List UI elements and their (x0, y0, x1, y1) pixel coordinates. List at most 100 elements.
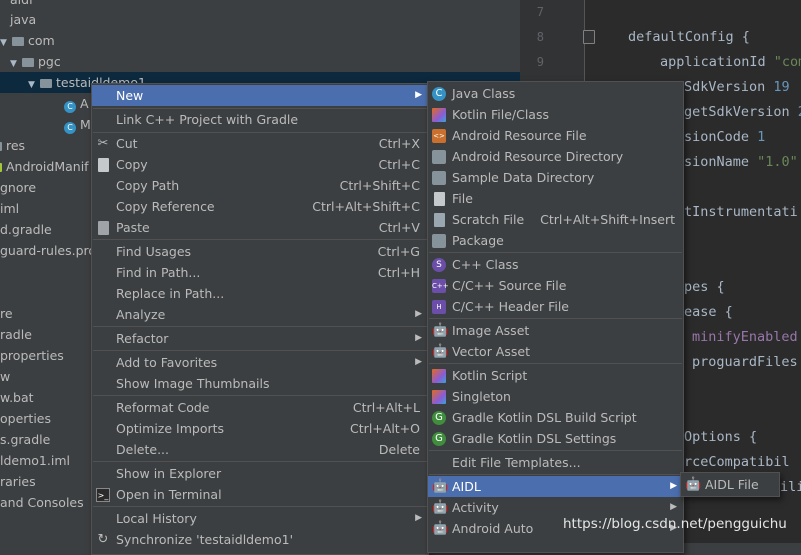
tree-item-class-m[interactable]: CM (64, 114, 91, 135)
menu-item-add-to-favorites[interactable]: Add to Favorites ▶ (92, 352, 428, 373)
menu-item-kotlin-file[interactable]: Kotlin File/Class (428, 104, 683, 125)
tree-item-com[interactable]: ▼ com (0, 30, 55, 51)
menu-item-synchronize[interactable]: ↻ Synchronize 'testaidldemo1' (92, 529, 428, 550)
submenu-arrow-icon: ▶ (415, 513, 422, 523)
menu-item-local-history[interactable]: Local History ▶ (92, 508, 428, 529)
code-line: sionName "1.0" (684, 154, 798, 170)
folder-icon (12, 37, 24, 46)
android-icon: 🤖 (432, 344, 449, 359)
tree-item-java[interactable]: java (10, 9, 36, 30)
menu-item-aidl-file[interactable]: 🤖 AIDL File (681, 474, 779, 495)
submenu-arrow-icon: ▶ (415, 309, 422, 319)
menu-item-copy[interactable]: Copy Ctrl+C (92, 154, 428, 175)
menu-item-new[interactable]: New ▶ (92, 85, 428, 106)
tree-item-operties[interactable]: operties (0, 408, 51, 429)
menu-item-delete[interactable]: Delete... Delete (92, 439, 428, 460)
menu-item-optimize-imports[interactable]: Optimize Imports Ctrl+Alt+O (92, 418, 428, 439)
tree-item-res[interactable]: res (0, 135, 25, 156)
tree-item-consoles[interactable]: and Consoles (0, 492, 84, 513)
menu-item-activity[interactable]: 🤖 Activity ▶ (428, 497, 683, 518)
tree-item-iml[interactable]: iml (0, 198, 19, 219)
folder-icon (432, 171, 446, 185)
class-icon: C (64, 122, 76, 134)
separator (429, 252, 682, 253)
menu-item-paste[interactable]: Paste Ctrl+V (92, 217, 428, 238)
menu-item-kotlin-script[interactable]: Kotlin Script (428, 365, 683, 386)
code-line: defaultConfig { (628, 29, 750, 45)
menu-item-cpp-class[interactable]: S C++ Class (428, 254, 683, 275)
submenu-arrow-icon: ▶ (415, 357, 422, 367)
code-line: applicationId "com (660, 54, 801, 70)
tree-item-w[interactable]: w (0, 366, 10, 387)
tree-item-class-a[interactable]: CA (64, 93, 89, 114)
menu-item-copy-path[interactable]: Copy Path Ctrl+Shift+C (92, 175, 428, 196)
separator (429, 474, 682, 475)
menu-item-file[interactable]: File (428, 188, 683, 209)
menu-item-show-in-explorer[interactable]: Show in Explorer (92, 463, 428, 484)
tree-item-wbat[interactable]: w.bat (0, 387, 34, 408)
tree-item-proguard[interactable]: guard-rules.pro (0, 240, 96, 261)
tree-item-properties[interactable]: properties (0, 345, 64, 366)
sync-icon: ↻ (97, 532, 109, 547)
code-line: getSdkVersion 2 (684, 104, 801, 120)
menu-item-gradle-kotlin-settings[interactable]: G Gradle Kotlin DSL Settings (428, 428, 683, 449)
menu-item-find-in-path[interactable]: Find in Path... Ctrl+H (92, 262, 428, 283)
android-icon: 🤖 (685, 477, 702, 492)
menu-item-cut[interactable]: ✂ Cut Ctrl+X (92, 133, 428, 154)
menu-item-edit-file-templates[interactable]: Edit File Templates... (428, 452, 683, 473)
menu-item-show-image-thumbnails[interactable]: Show Image Thumbnails (92, 373, 428, 394)
menu-item-link-cpp[interactable]: Link C++ Project with Gradle (92, 109, 428, 130)
tree-item-pgc[interactable]: ▼ pgc (10, 51, 61, 72)
menu-item-scratch-file[interactable]: Scratch File Ctrl+Alt+Shift+Insert (428, 209, 683, 230)
fold-marker-icon[interactable] (583, 30, 595, 44)
tree-item-re[interactable]: re (0, 303, 13, 324)
watermark: https://blog.csdn.net/pengguichu (563, 516, 787, 532)
tree-item-libraries[interactable]: raries (0, 471, 36, 492)
folder-icon (432, 150, 446, 164)
tree-item-radle[interactable]: radle (0, 324, 32, 345)
menu-item-singleton[interactable]: Singleton (428, 386, 683, 407)
expand-arrow-icon[interactable]: ▼ (0, 33, 10, 54)
menu-item-java-class[interactable]: C Java Class (428, 83, 683, 104)
menu-item-copy-reference[interactable]: Copy Reference Ctrl+Alt+Shift+C (92, 196, 428, 217)
menu-item-reformat-code[interactable]: Reformat Code Ctrl+Alt+L (92, 397, 428, 418)
folder-icon (40, 79, 52, 88)
kotlin-file-icon (432, 108, 446, 122)
menu-item-sample-data-directory[interactable]: Sample Data Directory (428, 167, 683, 188)
menu-item-vector-asset[interactable]: 🤖 Vector Asset (428, 341, 683, 362)
context-menu: New ▶ Link C++ Project with Gradle ✂ Cut Ct… (91, 83, 429, 555)
menu-item-android-resource-file[interactable]: <> Android Resource File (428, 125, 683, 146)
menu-item-find-usages[interactable]: Find Usages Ctrl+G (92, 241, 428, 262)
scratch-file-icon (434, 213, 445, 227)
menu-item-analyze[interactable]: Analyze ▶ (92, 304, 428, 325)
menu-item-replace-in-path[interactable]: Replace in Path... (92, 283, 428, 304)
tree-item-build-gradle[interactable]: d.gradle (0, 219, 52, 240)
menu-item-cpp-header[interactable]: H C/C++ Header File (428, 296, 683, 317)
android-icon: 🤖 (432, 323, 449, 338)
menu-item-android-resource-directory[interactable]: Android Resource Directory (428, 146, 683, 167)
menu-item-image-asset[interactable]: 🤖 Image Asset (428, 320, 683, 341)
tree-item-settings-gradle[interactable]: s.gradle (0, 429, 50, 450)
android-icon: 🤖 (432, 479, 449, 494)
separator (93, 506, 427, 507)
menu-item-gradle-kotlin-build[interactable]: G Gradle Kotlin DSL Build Script (428, 407, 683, 428)
menu-item-open-in-terminal[interactable]: >_ Open in Terminal (92, 484, 428, 505)
tree-item-demo-iml[interactable]: ldemo1.iml (0, 450, 70, 471)
line-number: 9 (536, 55, 544, 69)
code-line: Options { (684, 429, 758, 445)
menu-item-cpp-source[interactable]: C++ C/C++ Source File (428, 275, 683, 296)
separator (429, 450, 682, 451)
separator (429, 363, 682, 364)
tree-item-manifest[interactable]: AndroidManif (0, 156, 89, 177)
expand-arrow-icon[interactable]: ▼ (28, 75, 38, 96)
clipboard-icon (98, 221, 109, 235)
tree-item-gitignore[interactable]: gnore (0, 177, 36, 198)
cpp-source-icon: C++ (432, 279, 449, 293)
cpp-class-icon: S (432, 258, 446, 272)
separator (93, 239, 427, 240)
code-line: ili (780, 479, 801, 495)
menu-item-refactor[interactable]: Refactor ▶ (92, 328, 428, 349)
menu-item-package[interactable]: Package (428, 230, 683, 251)
folder-icon (22, 58, 34, 67)
menu-item-aidl[interactable]: 🤖 AIDL ▶ (428, 476, 683, 497)
